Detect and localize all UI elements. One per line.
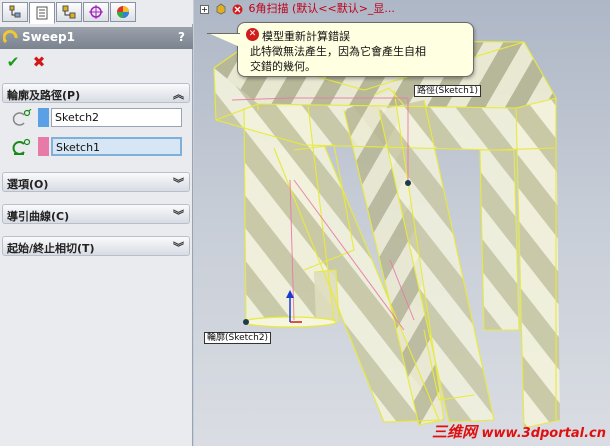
feature-manager-tab[interactable]	[2, 2, 28, 22]
error-icon	[232, 4, 243, 14]
path-callout[interactable]: 路徑(Sketch1)	[414, 85, 482, 97]
manager-tab-strip	[0, 0, 193, 24]
watermark-url: www.3dportal.cn	[481, 426, 606, 441]
section-label: 選項(O)	[7, 178, 49, 191]
path-color-swatch	[38, 137, 49, 156]
tooltip-pointer-edge	[207, 33, 240, 34]
ok-cancel-row: ✔ ✖	[0, 52, 193, 74]
chevron-up-icon: ︽	[173, 88, 184, 101]
property-manager-tab[interactable]	[29, 2, 55, 24]
section-options[interactable]: 選項(O) ︾	[2, 172, 190, 192]
part-icon	[216, 3, 225, 15]
profile-selection-box[interactable]: Sketch2	[51, 108, 182, 127]
cancel-button[interactable]: ✖	[30, 53, 48, 71]
property-manager-icon	[36, 6, 48, 20]
watermark: 三维网 www.3dportal.cn	[432, 421, 606, 442]
property-manager-panel: Sweep1 ? ✔ ✖ 輪廓及路徑(P) ︽ Sketch2 Sketch1 …	[0, 0, 193, 446]
rebuild-error-tooltip: ✕ 模型重新計算錯誤 此特徵無法產生，因為它會產生自相 交錯的幾何。	[207, 22, 474, 77]
configuration-manager-icon	[62, 5, 76, 19]
section-label: 輪廓及路徑(P)	[7, 89, 81, 102]
error-message: 此特徵無法產生，因為它會產生自相 交錯的幾何。	[250, 44, 468, 74]
panel-title-bar: Sweep1 ?	[0, 27, 193, 49]
watermark-cn: 三维网	[431, 423, 477, 441]
profile-point	[243, 319, 249, 325]
display-manager-tab[interactable]	[110, 2, 136, 22]
profile-callout[interactable]: 輪廓(Sketch2)	[204, 332, 272, 344]
path-icon	[12, 138, 31, 155]
expand-icon[interactable]: +	[200, 4, 209, 14]
profile-color-swatch	[38, 108, 49, 127]
path-endpoint	[405, 180, 411, 186]
section-start-end-tangency[interactable]: 起始/終止相切(T) ︾	[2, 236, 190, 256]
chevron-down-icon: ︾	[173, 177, 184, 190]
profile-selection-row: Sketch2	[2, 107, 190, 129]
feature-tree-root[interactable]: + 6角扫描 (默认<<默认>_显...	[200, 0, 395, 15]
configuration-manager-tab[interactable]	[56, 2, 82, 22]
path-selection-box[interactable]: Sketch1	[51, 137, 182, 156]
feature-title: Sweep1	[22, 30, 75, 44]
error-message-line-2: 交錯的幾何。	[250, 60, 316, 73]
profile-path-body: Sketch2 Sketch1	[2, 104, 190, 166]
back-right-leg	[480, 150, 519, 330]
profile-icon	[12, 109, 32, 126]
section-guide-curves[interactable]: 導引曲線(C) ︾	[2, 204, 190, 224]
dimxpert-icon	[89, 5, 103, 19]
display-manager-icon	[117, 6, 129, 18]
help-button[interactable]: ?	[178, 30, 185, 44]
dimxpert-tab[interactable]	[83, 2, 109, 22]
ok-button[interactable]: ✔	[4, 53, 22, 71]
feature-manager-icon	[9, 5, 21, 18]
tree-root-label: 6角扫描 (默认<<默认>_显...	[248, 2, 395, 15]
section-label: 導引曲線(C)	[7, 210, 70, 223]
graphics-viewport[interactable]: + 6角扫描 (默认<<默认>_显... ✕ 模型重新計算錯誤 此特徵無法產生，…	[194, 0, 610, 446]
sweep-feature-icon	[3, 30, 18, 44]
error-message-line-1: 此特徵無法產生，因為它會產生自相	[250, 45, 426, 58]
error-title: 模型重新計算錯誤	[262, 30, 350, 43]
error-x-icon: ✕	[246, 28, 259, 41]
tooltip-pointer	[208, 33, 240, 47]
section-profile-path[interactable]: 輪廓及路徑(P) ︽	[2, 83, 190, 103]
chevron-down-icon: ︾	[173, 241, 184, 254]
path-selection-row: Sketch1	[2, 136, 190, 158]
chevron-down-icon: ︾	[173, 209, 184, 222]
section-label: 起始/終止相切(T)	[7, 242, 95, 255]
